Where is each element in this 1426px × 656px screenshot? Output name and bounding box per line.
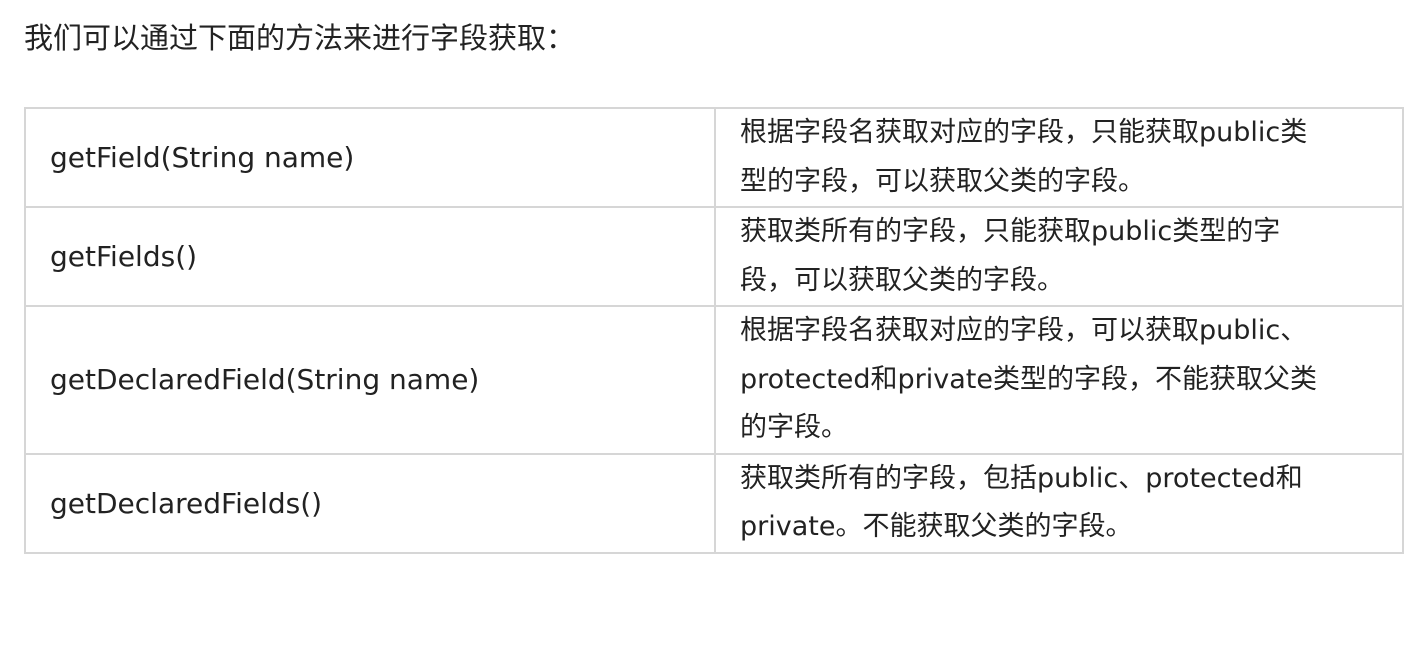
description-line: 获取类所有的字段，包括public、protected和 (740, 462, 1303, 494)
description-cell: 获取类所有的字段，只能获取public类型的字 段，可以获取父类的字段。 (714, 206, 1404, 307)
table-row: getDeclaredField(String name) 根据字段名获取对应的… (24, 305, 1404, 455)
intro-text: 我们可以通过下面的方法来进行字段获取： (24, 21, 576, 55)
description-line: protected和private类型的字段，不能获取父类 (740, 363, 1318, 395)
description-line: 段，可以获取父类的字段。 (740, 264, 1064, 296)
field-methods-table: getField(String name) 根据字段名获取对应的字段，只能获取p… (24, 107, 1404, 554)
method-cell: getDeclaredField(String name) (24, 305, 716, 455)
description-line: 获取类所有的字段，只能获取public类型的字 (740, 216, 1281, 247)
description-cell: 根据字段名获取对应的字段，只能获取public类 型的字段，可以获取父类的字段。 (714, 107, 1404, 208)
method-cell: getDeclaredFields() (24, 452, 716, 554)
description-line: 根据字段名获取对应的字段，可以获取public、 (740, 315, 1308, 346)
method-cell: getFields() (24, 206, 716, 307)
table-row: getField(String name) 根据字段名获取对应的字段，只能获取p… (24, 107, 1404, 208)
table-row: getFields() 获取类所有的字段，只能获取public类型的字 段，可以… (24, 206, 1404, 307)
description-line: private。不能获取父类的字段。 (740, 511, 1133, 542)
description-cell: 获取类所有的字段，包括public、protected和 private。不能获… (714, 452, 1404, 554)
method-cell: getField(String name) (24, 107, 716, 208)
description-line: 型的字段，可以获取父类的字段。 (740, 165, 1145, 197)
description-line: 根据字段名获取对应的字段，只能获取public类 (740, 117, 1308, 148)
description-cell: 根据字段名获取对应的字段，可以获取public、 protected和priva… (714, 305, 1404, 455)
table-row: getDeclaredFields() 获取类所有的字段，包括public、pr… (24, 452, 1404, 554)
description-line: 的字段。 (740, 412, 848, 443)
